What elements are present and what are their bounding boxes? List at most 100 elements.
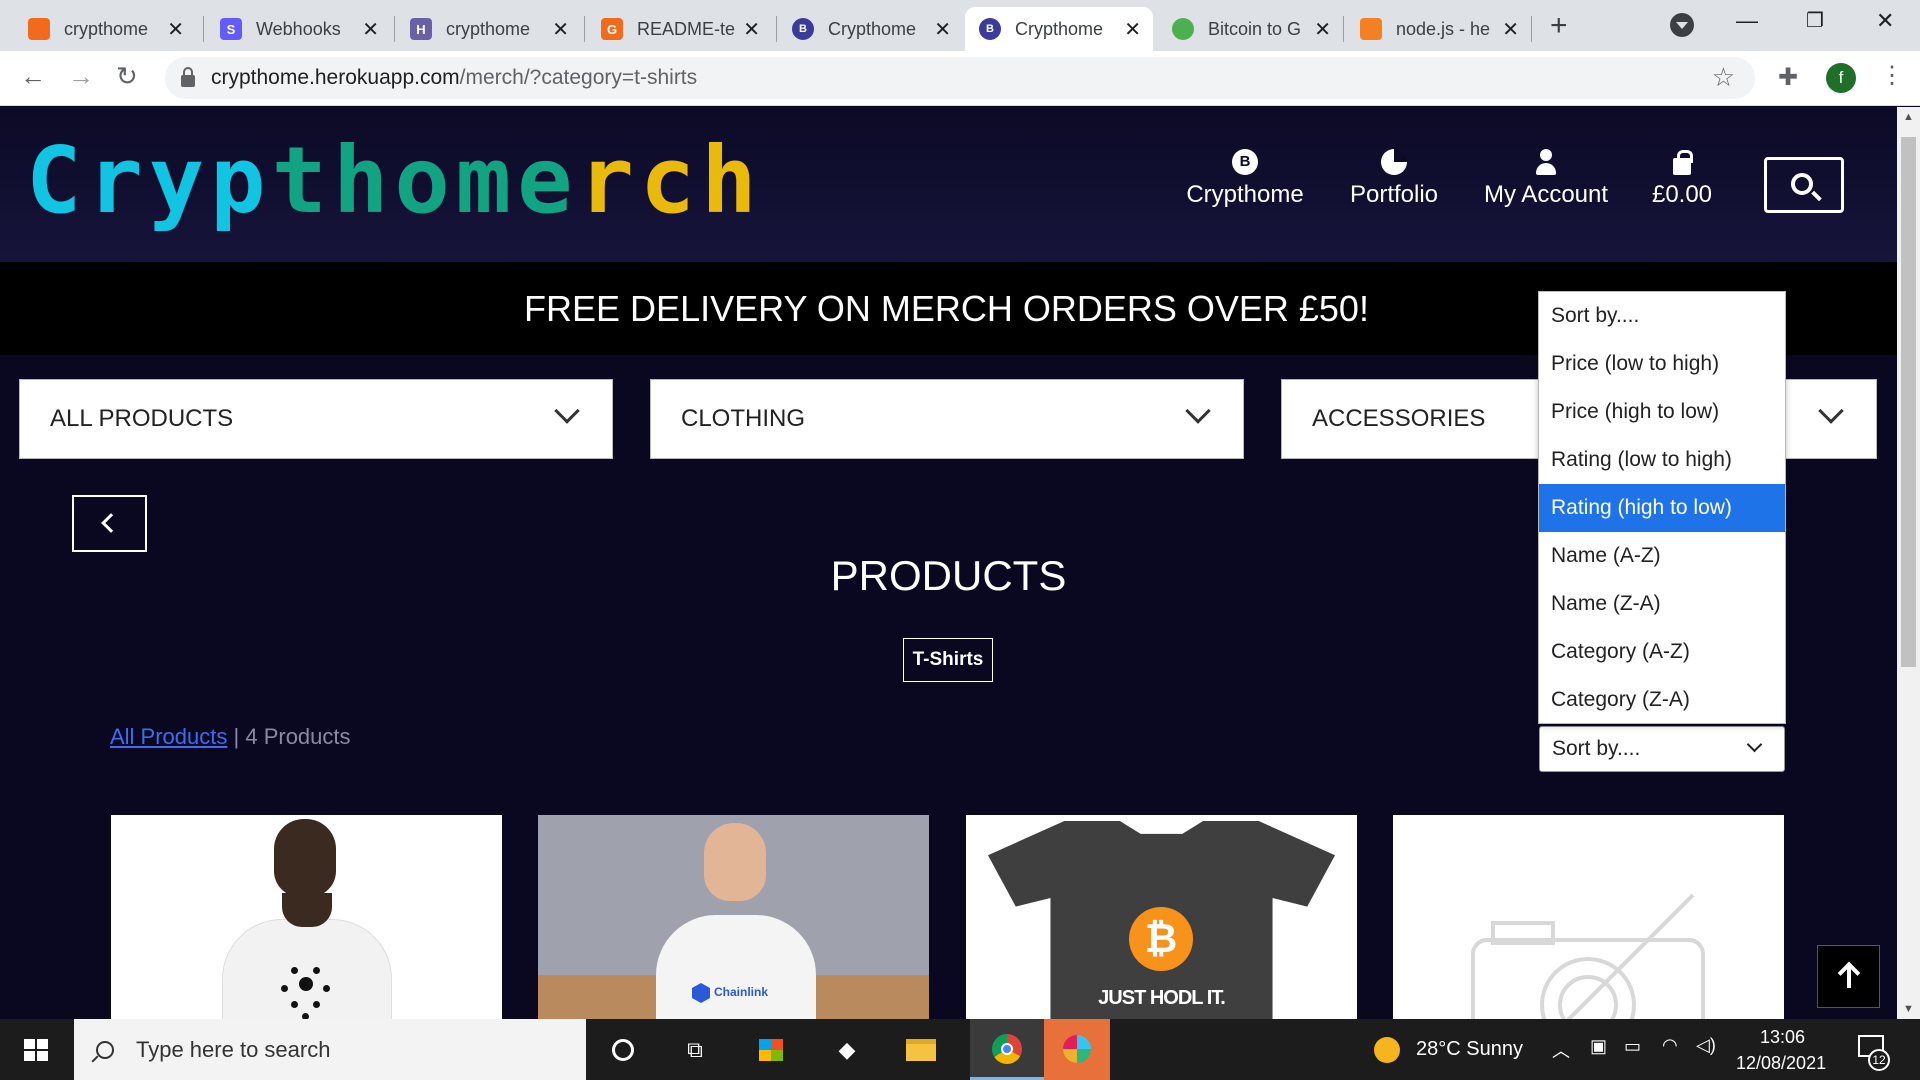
scroll-down-icon[interactable]: ▼ xyxy=(1903,1003,1914,1015)
close-icon[interactable]: ✕ xyxy=(743,17,760,42)
sort-option[interactable]: Price (low to high) xyxy=(1539,340,1785,388)
sort-option[interactable]: Name (Z-A) xyxy=(1539,580,1785,628)
product-card[interactable] xyxy=(1393,815,1784,1019)
close-icon[interactable]: ✕ xyxy=(1314,17,1331,42)
windows-start-icon[interactable] xyxy=(24,1039,48,1061)
tab-title: Bitcoin to G xyxy=(1208,18,1302,39)
chrome-icon-center xyxy=(1001,1043,1013,1055)
volume-icon[interactable]: ◁) xyxy=(1696,1035,1716,1056)
product-image[interactable] xyxy=(1393,815,1784,1019)
product-card[interactable] xyxy=(111,815,502,1019)
search-button[interactable] xyxy=(1764,157,1844,213)
sort-select[interactable]: Sort by.... xyxy=(1539,726,1785,772)
battery-icon[interactable]: ▭ xyxy=(1624,1036,1641,1057)
microsoft-store-icon[interactable] xyxy=(756,1035,786,1065)
back-arrow-icon[interactable]: ← xyxy=(20,61,46,92)
sort-option[interactable]: Rating (low to high) xyxy=(1539,436,1785,484)
product-image[interactable]: ₿ JUST HODL IT. xyxy=(966,815,1357,1019)
extensions-puzzle-icon[interactable]: ✚ xyxy=(1778,63,1798,92)
browser-tab[interactable]: crypthome ✕ xyxy=(14,7,196,51)
category-all-products[interactable]: ALL PRODUCTS xyxy=(19,379,613,459)
dropbox-icon[interactable]: ◆ xyxy=(832,1035,862,1065)
browser-tab[interactable]: H crypthome ✕ xyxy=(396,7,581,51)
scroll-to-top-button[interactable] xyxy=(1817,945,1880,1008)
close-icon[interactable]: ✕ xyxy=(362,17,379,42)
minimize-icon[interactable]: — xyxy=(1736,8,1758,34)
model-tshirt xyxy=(656,915,816,1019)
tab-favicon-icon xyxy=(28,18,50,40)
bitcoin-coin-icon: B xyxy=(1232,149,1258,175)
profile-avatar[interactable]: f xyxy=(1826,63,1856,93)
wifi-icon[interactable]: ◠ xyxy=(1662,1035,1678,1056)
browser-tab-active[interactable]: B Crypthome ✕ xyxy=(965,7,1153,51)
kebab-menu-icon[interactable]: ⋮ xyxy=(1880,61,1904,90)
reload-icon[interactable]: ↻ xyxy=(116,61,138,92)
windows-taskbar: Type here to search ⧉ ◆ 28°C Sunny ︿ ▣ ▭… xyxy=(0,1019,1920,1080)
nav-my-account[interactable]: My Account xyxy=(1476,149,1616,209)
browser-tab[interactable]: S Webhooks ✕ xyxy=(206,7,391,51)
close-icon[interactable]: ✕ xyxy=(167,17,184,42)
new-tab-button[interactable]: + xyxy=(1550,9,1568,43)
model-head xyxy=(704,823,766,901)
chrome-taskbar-item-active[interactable] xyxy=(970,1019,1044,1080)
close-icon[interactable]: ✕ xyxy=(1502,17,1519,42)
sort-option[interactable]: Sort by.... xyxy=(1539,292,1785,340)
tab-favicon-icon xyxy=(1360,18,1382,40)
product-image[interactable]: Chainlink xyxy=(538,815,929,1019)
browser-tab-bar: crypthome ✕ S Webhooks ✕ H crypthome ✕ G… xyxy=(0,0,1920,51)
page-scrollbar[interactable]: ▲ ▼ xyxy=(1897,107,1920,1019)
nav-label: Portfolio xyxy=(1349,181,1439,208)
category-tag[interactable]: T-Shirts xyxy=(903,638,993,682)
tab-search-icon[interactable] xyxy=(1670,13,1694,37)
weather-sun-icon[interactable] xyxy=(1374,1037,1400,1063)
tab-title: Crypthome xyxy=(1015,18,1104,39)
lock-icon[interactable] xyxy=(181,67,195,87)
breadcrumb: All Products | 4 Products xyxy=(110,724,351,750)
clock-time[interactable]: 13:06 xyxy=(1760,1027,1805,1048)
tab-favicon-icon: S xyxy=(220,18,242,40)
all-products-link[interactable]: All Products xyxy=(110,724,227,749)
browser-tab[interactable]: G README-te ✕ xyxy=(587,7,772,51)
sort-option[interactable]: Category (Z-A) xyxy=(1539,676,1785,724)
product-image[interactable] xyxy=(111,815,502,1019)
back-button[interactable] xyxy=(72,495,147,552)
slack-taskbar-item[interactable] xyxy=(1044,1019,1110,1080)
clock-date[interactable]: 12/08/2021 xyxy=(1736,1053,1826,1074)
meet-now-icon[interactable]: ▣ xyxy=(1590,1036,1607,1057)
scroll-up-icon[interactable]: ▲ xyxy=(1903,111,1914,123)
nav-crypthome[interactable]: B Crypthome xyxy=(1180,149,1310,209)
scrollbar-thumb[interactable] xyxy=(1901,137,1916,667)
product-card[interactable]: Chainlink xyxy=(538,815,929,1019)
taskbar-search-box[interactable]: Type here to search xyxy=(74,1019,586,1080)
file-explorer-icon[interactable] xyxy=(906,1035,936,1065)
window-close-icon[interactable]: ✕ xyxy=(1876,8,1894,34)
category-label: ACCESSORIES xyxy=(1312,405,1486,432)
nav-portfolio[interactable]: Portfolio xyxy=(1336,149,1452,209)
browser-tab[interactable]: B Crypthome ✕ xyxy=(778,7,963,51)
cortana-icon[interactable] xyxy=(608,1035,638,1065)
address-bar[interactable]: crypthome.herokuapp.com/merch/?category=… xyxy=(165,57,1755,99)
weather-text[interactable]: 28°C Sunny xyxy=(1416,1038,1523,1061)
sort-option[interactable]: Name (A-Z) xyxy=(1539,532,1785,580)
forward-arrow-icon[interactable]: → xyxy=(68,61,94,92)
sort-option-highlighted[interactable]: Rating (high to low) xyxy=(1539,484,1785,532)
close-icon[interactable]: ✕ xyxy=(934,17,951,42)
sort-option[interactable]: Category (A-Z) xyxy=(1539,628,1785,676)
task-view-icon[interactable]: ⧉ xyxy=(680,1035,710,1065)
product-card[interactable]: ₿ JUST HODL IT. xyxy=(966,815,1357,1019)
url-text[interactable]: crypthome.herokuapp.com/merch/?category=… xyxy=(211,66,697,90)
sort-selected-value: Sort by.... xyxy=(1552,737,1641,760)
show-hidden-icons-chevron-icon[interactable]: ︿ xyxy=(1552,1037,1570,1063)
browser-tab[interactable]: node.js - he ✕ xyxy=(1346,7,1531,51)
sort-option[interactable]: Price (high to low) xyxy=(1539,388,1785,436)
tab-title: crypthome xyxy=(64,18,149,39)
site-logo[interactable]: Crypthomerch xyxy=(26,135,763,227)
nav-cart[interactable]: £0.00 xyxy=(1640,149,1724,209)
cardano-dot xyxy=(281,985,288,992)
restore-icon[interactable]: ❐ xyxy=(1806,8,1824,33)
close-icon[interactable]: ✕ xyxy=(552,17,569,42)
category-clothing[interactable]: CLOTHING xyxy=(650,379,1244,459)
bookmark-star-icon[interactable]: ☆ xyxy=(1712,62,1735,93)
browser-tab[interactable]: Bitcoin to G ✕ xyxy=(1158,7,1343,51)
close-icon[interactable]: ✕ xyxy=(1124,17,1141,42)
